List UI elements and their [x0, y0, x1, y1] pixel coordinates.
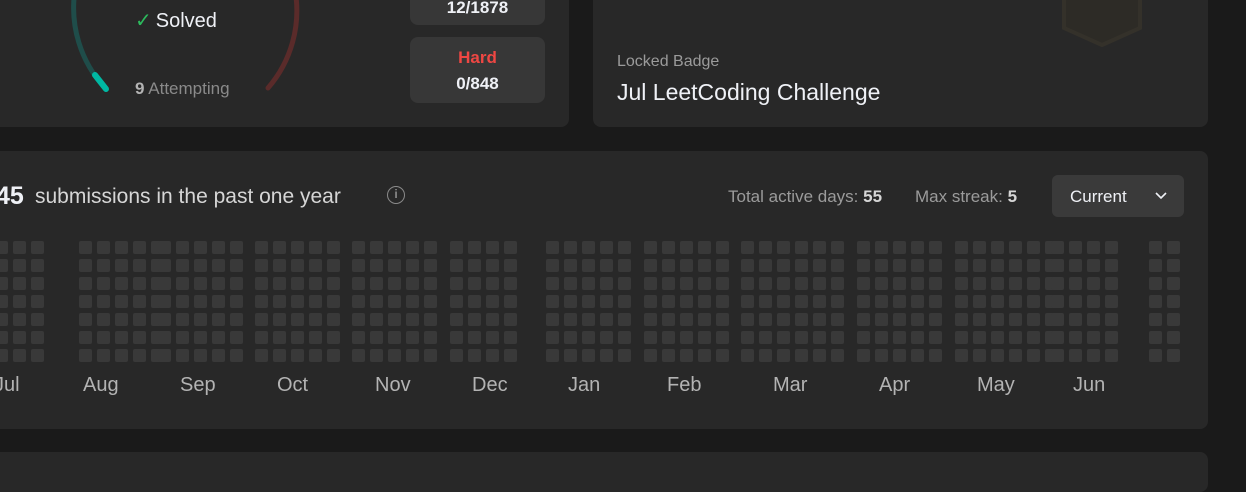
max-streak: Max streak: 5 — [915, 187, 1018, 206]
year-select-dropdown[interactable]: Current — [1052, 175, 1184, 217]
medium-count: 12/1878 — [446, 0, 509, 17]
month-label-aug: Aug — [83, 374, 119, 396]
total-active-days: Total active days: 55 — [728, 187, 883, 206]
solved-label: ✓ Solved — [135, 10, 217, 32]
locked-badge-icon[interactable] — [1052, 0, 1152, 50]
month-label-mar: Mar — [773, 374, 808, 396]
info-icon[interactable]: i — [387, 186, 405, 204]
dropdown-value: Current — [1070, 187, 1127, 206]
month-label-oct: Oct — [277, 374, 309, 396]
badge-title[interactable]: Jul LeetCoding Challenge — [617, 79, 880, 106]
month-label-jan: Jan — [568, 374, 601, 396]
check-icon: ✓ — [135, 10, 152, 32]
submission-count: 45 — [0, 182, 24, 210]
attempting-text: 9 Attempting — [135, 79, 230, 98]
month-label-may: May — [977, 374, 1015, 396]
month-label-jun: Jun — [1073, 374, 1106, 396]
medium-difficulty-box: 12/1878 — [410, 0, 545, 25]
month-label-dec: Dec — [472, 374, 508, 396]
locked-badge-subtitle: Locked Badge — [617, 53, 720, 70]
month-label-feb: Feb — [667, 374, 702, 396]
next-card — [0, 452, 1208, 492]
month-label-nov: Nov — [375, 374, 411, 396]
hard-count: 0/848 — [456, 74, 499, 93]
hard-label: Hard — [458, 48, 497, 67]
chevron-down-icon — [1155, 192, 1167, 200]
month-label-apr: Apr — [879, 374, 911, 396]
month-label-sep: Sep — [180, 374, 216, 396]
month-label-jul: Jul — [0, 374, 20, 396]
submission-text: submissions in the past one year — [35, 185, 341, 208]
hard-difficulty-box: Hard 0/848 — [410, 37, 545, 103]
